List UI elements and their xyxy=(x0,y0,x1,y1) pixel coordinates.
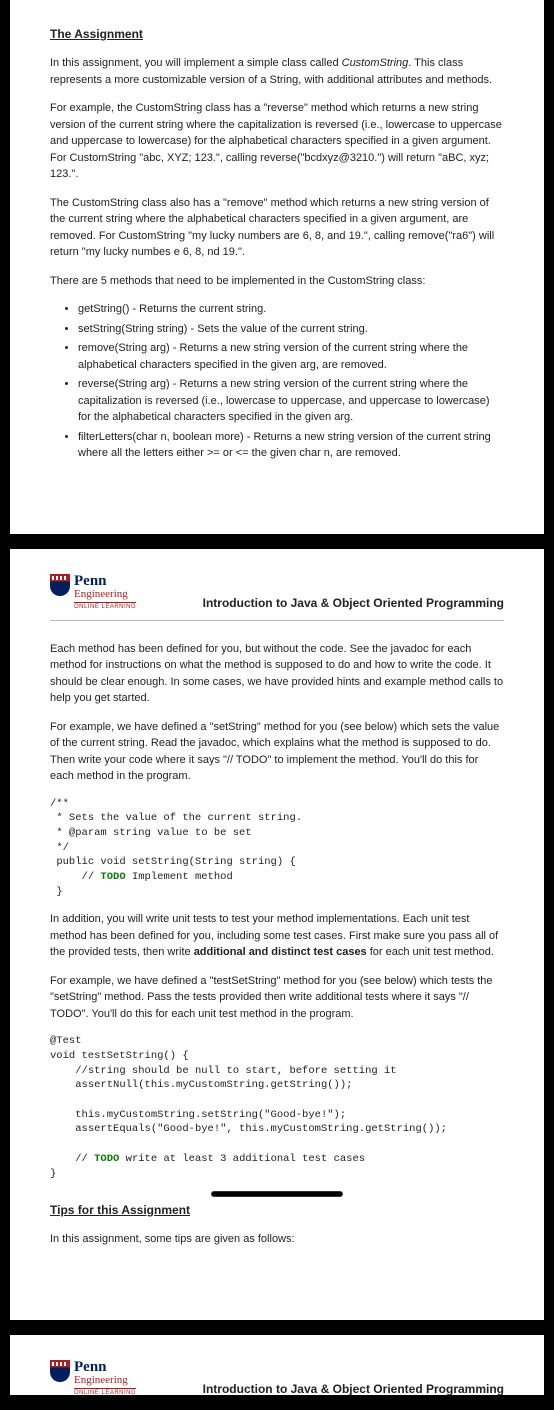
shield-icon xyxy=(50,574,70,596)
penn-logo: Penn Engineering ONLINE LEARNING xyxy=(50,1360,136,1395)
page-2: Penn Engineering ONLINE LEARNING Introdu… xyxy=(10,549,544,1320)
penn-logo: Penn Engineering ONLINE LEARNING xyxy=(50,574,136,612)
list-item: getString() - Returns the current string… xyxy=(78,301,504,318)
logo-penn: Penn xyxy=(74,574,136,589)
tips-p: In this assignment, some tips are given … xyxy=(50,1231,504,1248)
list-item: setString(String string) - Sets the valu… xyxy=(78,321,504,338)
course-title: Introduction to Java & Object Oriented P… xyxy=(203,1380,504,1395)
page-3-peek: Penn Engineering ONLINE LEARNING Introdu… xyxy=(10,1335,544,1395)
method-list: getString() - Returns the current string… xyxy=(78,301,504,462)
page2-p2: For example, we have defined a "setStrin… xyxy=(50,719,504,785)
page-1: The Assignment In this assignment, you w… xyxy=(10,0,544,534)
list-item: filterLetters(char n, boolean more) - Re… xyxy=(78,429,504,462)
page-header: Penn Engineering ONLINE LEARNING Introdu… xyxy=(50,574,504,621)
code-block-1: /** * Sets the value of the current stri… xyxy=(50,797,504,900)
assignment-title: The Assignment xyxy=(50,25,504,43)
page2-p3: In addition, you will write unit tests t… xyxy=(50,911,504,961)
tips-title: Tips for this Assignment xyxy=(50,1201,504,1219)
course-title: Introduction to Java & Object Oriented P… xyxy=(203,594,504,612)
home-indicator xyxy=(212,1192,342,1196)
code-block-2: @Test void testSetString() { //string sh… xyxy=(50,1034,504,1181)
list-item: remove(String arg) - Returns a new strin… xyxy=(78,340,504,373)
page2-p1: Each method has been defined for you, bu… xyxy=(50,641,504,707)
assignment-p3: The CustomString class also has a "remov… xyxy=(50,195,504,261)
logo-online: ONLINE LEARNING xyxy=(74,602,136,612)
page2-p4: For example, we have defined a "testSetS… xyxy=(50,973,504,1023)
assignment-p2: For example, the CustomString class has … xyxy=(50,100,504,183)
list-item: reverse(String arg) - Returns a new stri… xyxy=(78,376,504,426)
assignment-p1: In this assignment, you will implement a… xyxy=(50,55,504,88)
assignment-p4: There are 5 methods that need to be impl… xyxy=(50,273,504,290)
logo-engineering: Engineering xyxy=(74,589,136,600)
shield-icon xyxy=(50,1360,70,1382)
